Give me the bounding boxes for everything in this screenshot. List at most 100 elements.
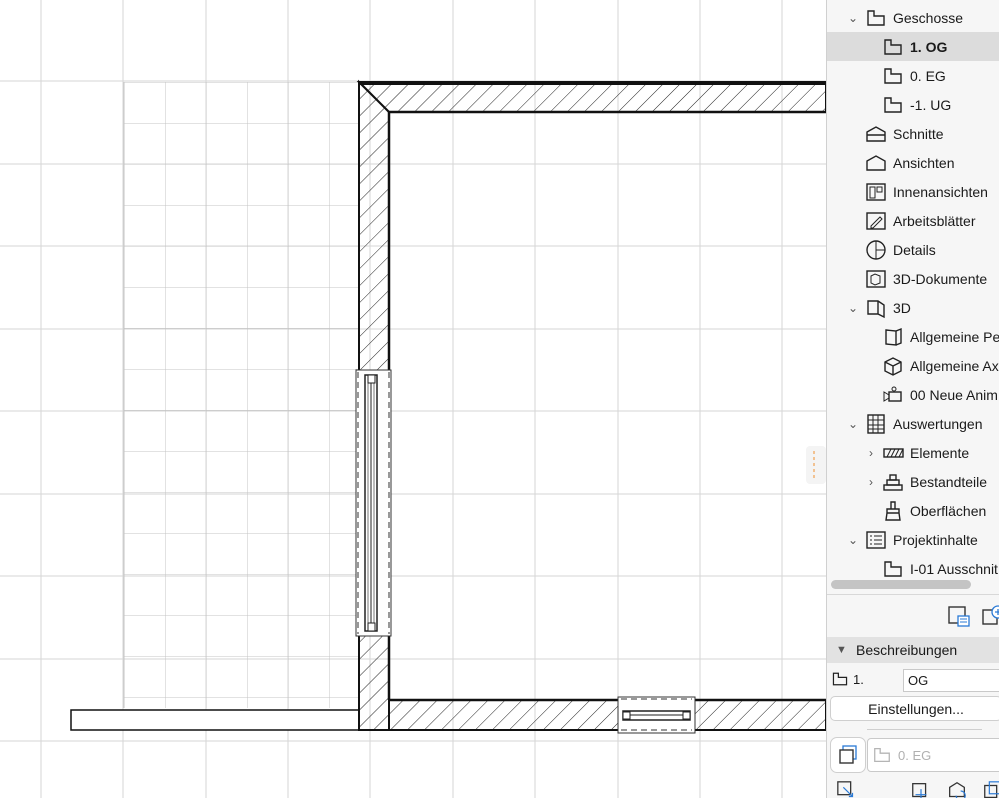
- chevron-down-icon[interactable]: ⌄: [846, 301, 860, 315]
- walls: [356, 79, 826, 731]
- camera-icon: [883, 386, 902, 402]
- tree-item-elemente[interactable]: › Elemente: [827, 438, 999, 467]
- tree-label: Ansichten: [893, 154, 955, 171]
- chevron-down-icon[interactable]: ⌄: [846, 417, 860, 431]
- horizontal-scrollbar[interactable]: [831, 580, 971, 589]
- tree-item-bestandteile[interactable]: › Bestandteile: [827, 467, 999, 496]
- panel-splitter-handle: [806, 446, 826, 484]
- layers-icon: [839, 745, 857, 764]
- tree-label: I-01 Ausschnit: [910, 560, 998, 577]
- zoom-fit-icon[interactable]: [835, 780, 859, 798]
- chevron-down-icon[interactable]: ⌄: [846, 533, 860, 547]
- reference-story-toggle[interactable]: [830, 737, 866, 773]
- hatch-icon: [883, 447, 904, 458]
- schedule-icon: [867, 413, 885, 434]
- tree-item-3d[interactable]: ⌄ 3D: [827, 293, 999, 322]
- story-name-value: OG: [908, 673, 929, 688]
- tree-item-schnitte[interactable]: Schnitte: [827, 119, 999, 148]
- brush-icon: [885, 500, 901, 521]
- tree-item-arbeitsblaetter[interactable]: Arbeitsblätter: [827, 206, 999, 235]
- tree-item-neue-animation[interactable]: 00 Neue Anim: [827, 380, 999, 409]
- tree-item-details[interactable]: Details: [827, 235, 999, 264]
- floor-icon: [832, 672, 848, 686]
- tree-item-minus-1-ug[interactable]: -1. UG: [827, 90, 999, 119]
- new-view-icon[interactable]: [981, 604, 999, 628]
- elevation-icon: [866, 154, 886, 171]
- story-name-field[interactable]: OG: [903, 669, 999, 692]
- story-number: 1.: [853, 672, 864, 687]
- tree-label: Projektinhalte: [893, 531, 978, 548]
- tree-item-ansichten[interactable]: Ansichten: [827, 148, 999, 177]
- floor-icon: [867, 9, 885, 26]
- tree-label: Auswertungen: [893, 415, 983, 432]
- wall-left-upper: [358, 79, 390, 373]
- wall-bottom-left: [388, 699, 620, 731]
- tree-item-ausschnitt[interactable]: I-01 Ausschnit: [827, 554, 999, 583]
- tree-label: Allgemeine Ax: [910, 357, 999, 374]
- triangle-down-icon[interactable]: ▼: [836, 644, 847, 656]
- tree-item-allgemeine-axonometrie[interactable]: Allgemeine Ax: [827, 351, 999, 380]
- window-left[interactable]: [355, 369, 392, 637]
- tree-label: Innenansichten: [893, 183, 988, 200]
- tree-label: Bestandteile: [910, 473, 988, 490]
- perspective-icon: [885, 327, 902, 346]
- tree-item-innenansichten[interactable]: Innenansichten: [827, 177, 999, 206]
- wall-top: [356, 81, 826, 113]
- floor-icon: [884, 96, 902, 113]
- tree-label: 00 Neue Anim: [910, 386, 998, 403]
- floor-plan-canvas[interactable]: [0, 0, 826, 798]
- project-index-icon: [866, 530, 886, 549]
- chevron-right-icon[interactable]: ›: [864, 446, 878, 460]
- window-bottom[interactable]: [617, 696, 696, 734]
- divider: [867, 729, 982, 730]
- 3d-icon: [867, 299, 885, 318]
- wall-left-lower: [358, 634, 390, 731]
- view-settings-icon[interactable]: [947, 604, 971, 628]
- reference-story-field[interactable]: 0. EG: [867, 738, 999, 772]
- components-icon: [883, 473, 903, 491]
- section-title: Beschreibungen: [856, 642, 958, 658]
- floor-icon: [884, 38, 902, 55]
- tree-label: Oberflächen: [910, 502, 987, 519]
- 3d-document-icon: [866, 269, 886, 288]
- reference-story-label: 0. EG: [898, 747, 932, 763]
- worksheet-icon: [866, 211, 886, 230]
- wall-bottom-right: [693, 699, 826, 731]
- tree-item-0-eg[interactable]: 0. EG: [827, 61, 999, 90]
- divider: [827, 594, 999, 595]
- tree-label: Details: [893, 241, 936, 258]
- chevron-down-icon[interactable]: ⌄: [846, 11, 860, 25]
- tree-label: Arbeitsblätter: [893, 212, 976, 229]
- tree-item-3d-dokumente[interactable]: 3D-Dokumente: [827, 264, 999, 293]
- tree-label: 0. EG: [910, 67, 946, 84]
- tree-item-geschosse[interactable]: ⌄ Geschosse: [827, 3, 999, 32]
- tree-label: Schnitte: [893, 125, 944, 142]
- floor-plan-drawing[interactable]: [0, 0, 826, 798]
- tree-label: Geschosse: [893, 9, 964, 26]
- tree-label: 3D-Dokumente: [893, 270, 988, 287]
- copy-icon[interactable]: [981, 780, 999, 798]
- tree-item-1-og[interactable]: 1. OG: [827, 32, 999, 61]
- tree-item-oberflaechen[interactable]: Oberflächen: [827, 496, 999, 525]
- section-header-beschreibungen[interactable]: ▼ Beschreibungen: [827, 637, 999, 663]
- rotate-icon[interactable]: [945, 780, 969, 798]
- tree-item-allgemeine-perspektive[interactable]: Allgemeine Pe: [827, 322, 999, 351]
- tree-label: Elemente: [910, 444, 970, 461]
- settings-button[interactable]: Einstellungen...: [830, 696, 999, 721]
- section-icon: [866, 125, 886, 142]
- floor-icon: [874, 748, 890, 762]
- move-icon[interactable]: [909, 780, 933, 798]
- tree-item-projektinhalte[interactable]: ⌄ Projektinhalte: [827, 525, 999, 554]
- navigator-panel: ⌄ Geschosse 1. OG 0. EG -1. UG Schnitte …: [826, 0, 999, 798]
- slab-strip: [70, 709, 360, 731]
- tree-item-auswertungen[interactable]: ⌄ Auswertungen: [827, 409, 999, 438]
- fine-grid-area: [124, 82, 358, 708]
- chevron-right-icon[interactable]: ›: [864, 475, 878, 489]
- axonometry-icon: [884, 356, 902, 376]
- tree-label: 3D: [893, 299, 911, 316]
- tree-label: 1. OG: [910, 38, 948, 55]
- tree-label: Allgemeine Pe: [910, 328, 999, 345]
- floor-icon: [884, 560, 902, 577]
- tree-label: -1. UG: [910, 96, 952, 113]
- settings-button-label: Einstellungen...: [868, 700, 964, 717]
